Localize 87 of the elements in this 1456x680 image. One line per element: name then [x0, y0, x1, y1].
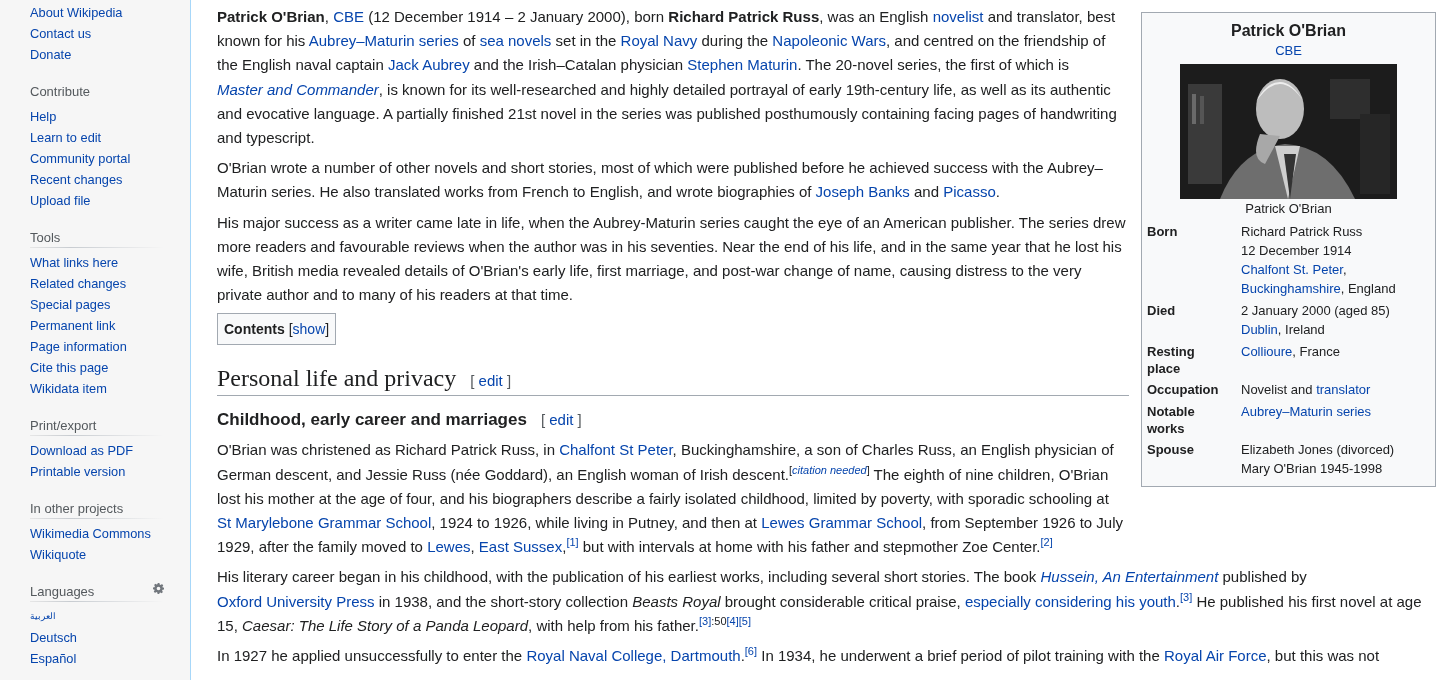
text-link[interactable]: Chalfont St. Peter — [1241, 262, 1343, 277]
text-link[interactable]: Jack Aubrey — [387, 56, 470, 74]
infobox-value: Novelist and translator — [1241, 381, 1371, 399]
sidebar-link[interactable]: Community portal — [30, 148, 131, 169]
sidebar-link[interactable]: Recent changes — [30, 169, 123, 190]
paragraph: His major success as a writer came late in life, when the Aubrey-Maturin series caught the eye of an American publisher. The series drew more readers and favourable reviews when the author was in his seventies. Near the end of his life, and in the same year that he lost his wife, British media revealed details of O'Brian's early life, first marriage, and post-war change of name, causing distress to the very private author and to many of his readers at that time. — [217, 212, 1127, 306]
sidebar-link[interactable]: What links here — [30, 252, 119, 273]
sidebar-link[interactable]: Help — [30, 106, 57, 127]
text-link[interactable]: Joseph Banks — [815, 183, 910, 201]
sidebar-link[interactable]: Learn to edit — [30, 127, 102, 148]
sidebar-link[interactable]: Upload file — [30, 190, 91, 211]
section-heading: Personal life and privacy — [217, 364, 457, 394]
paragraph: In 1927 he applied unsuccessfully to enter the Royal Naval College, Dartmouth.$^{[6]}$ In 1934, he underwent a brief period of pilot training with the Royal Air Force, but this was not — [217, 644, 1381, 667]
sidebar-link[interactable]: العربية — [30, 606, 56, 627]
text-link[interactable]: Royal Air Force — [1164, 647, 1267, 665]
subsection-heading: Childhood, early career and marriages — [217, 409, 527, 432]
sidebar-link[interactable]: Donate — [30, 44, 72, 65]
text-link[interactable]: Royal Naval College, Dartmouth — [526, 647, 741, 665]
text-link[interactable]: Oxford University Press — [217, 592, 375, 610]
show-toggle[interactable]: [show] — [288, 317, 330, 342]
sidebar-link[interactable]: Permanent link — [30, 315, 116, 336]
sidebar-heading: Contribute — [30, 84, 90, 99]
reference-link[interactable]: citation needed — [792, 463, 867, 476]
text-link[interactable]: Buckinghamshire — [1241, 281, 1341, 296]
sidebar-heading: Print/export — [30, 418, 97, 433]
sidebar-link[interactable]: Cite this page — [30, 357, 109, 378]
text-link[interactable]: Chalfont St Peter — [559, 441, 673, 459]
infobox-label: Notable works — [1147, 403, 1196, 437]
sidebar-link[interactable]: Printable version — [30, 461, 126, 482]
text-link[interactable]: novelist — [932, 8, 984, 25]
sidebar-link[interactable]: Español — [30, 648, 77, 669]
infobox-label: Born — [1147, 223, 1179, 241]
reference-link[interactable]: [3] — [1180, 590, 1193, 603]
edit-link[interactable]: [ edit ] — [470, 369, 512, 394]
sidebar-link[interactable]: Wikimedia Commons — [30, 523, 151, 544]
infobox-label: Spouse — [1147, 441, 1195, 459]
infobox-value: 12 December 1914 — [1241, 242, 1352, 260]
sidebar-link[interactable]: Deutsch — [30, 627, 77, 648]
text-link[interactable]: translator — [1316, 382, 1371, 397]
infobox-value: Elizabeth Jones (divorced) — [1241, 441, 1395, 459]
paragraph: O'Brian wrote a number of other novels and short stories, most of which were published before he achieved success with the Aubrey–Maturin series. He also translated works from French to English, and wrote biographies of Joseph Banks and Picasso. — [217, 158, 1104, 203]
sidebar-link[interactable]: Contact us — [30, 23, 92, 44]
infobox-label: Occupation — [1147, 381, 1220, 399]
infobox-value: Buckinghamshire, England — [1241, 280, 1396, 298]
sidebar-link[interactable]: Wikidata item — [30, 378, 107, 399]
infobox-value: Richard Patrick Russ — [1241, 223, 1363, 241]
reference-link[interactable]: [4] — [726, 614, 739, 627]
paragraph: Patrick O'Brian, CBE (12 December 1914 – 2 January 2000), born Richard Patrick Russ, was an English novelist and translator, best known for his Aubrey–Maturin series of sea novels set in the Royal Navy during the Napoleonic Wars, and centred on the friendship of the English naval captain Jack Aubrey and the Irish–Catalan physician Stephen Maturin. The 20-novel series, the first of which is Master and Commander, is known for its well-researched and highly detailed portrayal of early 19th-century life, as well as its authentic and evocative language. A partially finished 21st novel in the series was published posthumously containing facing pages of handwriting and typescript. — [217, 7, 1118, 148]
sidebar-heading: Tools — [30, 230, 61, 245]
reference-link[interactable]: [3] — [698, 614, 712, 627]
sidebar-link[interactable]: About Wikipedia — [30, 2, 123, 23]
reference-link[interactable]: [5] — [738, 614, 751, 627]
infobox-label: Resting place — [1147, 343, 1196, 377]
sidebar-heading: Languages — [30, 584, 95, 599]
text-link[interactable]: Lewes — [427, 538, 471, 556]
infobox-value: Dublin, Ireland — [1241, 321, 1325, 339]
infobox-value: Chalfont St. Peter, — [1241, 261, 1347, 279]
text-link[interactable]: Aubrey–Maturin series — [308, 32, 459, 50]
text-link[interactable]: Hussein, An Entertainment — [1040, 568, 1219, 586]
sidebar-link[interactable]: Related changes — [30, 273, 127, 294]
reference-link[interactable]: [2] — [1040, 536, 1053, 549]
infobox-title: Patrick O'Brian — [1231, 21, 1346, 41]
text-link[interactable]: Stephen Maturin — [687, 56, 798, 74]
infobox-label: Died — [1147, 302, 1177, 320]
contents-title: Contents — [224, 320, 285, 340]
text-link[interactable]: Lewes Grammar School — [761, 514, 923, 532]
infobox-value: Collioure, France — [1241, 343, 1340, 361]
sidebar-link[interactable]: Special pages — [30, 294, 111, 315]
infobox-value: 2 January 2000 (aged 85) — [1241, 302, 1390, 320]
sidebar-link[interactable]: Page information — [30, 336, 127, 357]
infobox-value: Mary O'Brian 1945-1998 — [1241, 460, 1383, 478]
image-caption: Patrick O'Brian — [1245, 200, 1332, 218]
text-link[interactable]: Picasso — [943, 183, 996, 201]
text-link[interactable]: Dublin — [1241, 322, 1278, 337]
settings-icon[interactable] — [153, 583, 164, 594]
edit-link[interactable]: [ edit ] — [540, 408, 582, 433]
text-link[interactable]: sea novels — [479, 32, 552, 50]
text-link[interactable]: Master and Commander — [217, 80, 379, 98]
sidebar-link[interactable]: Wikiquote — [30, 544, 87, 565]
text-link[interactable]: CBE — [333, 8, 364, 25]
sidebar-link[interactable]: Download as PDF — [30, 440, 134, 461]
text-link[interactable]: Royal Navy — [620, 32, 698, 50]
text-link[interactable]: Aubrey–Maturin series — [1241, 404, 1372, 419]
text-link[interactable]: especially considering his youth — [964, 592, 1176, 610]
text-link[interactable]: CBE — [1275, 41, 1302, 60]
reference-link[interactable]: [1] — [566, 536, 579, 549]
sidebar-heading: In other projects — [30, 501, 124, 516]
